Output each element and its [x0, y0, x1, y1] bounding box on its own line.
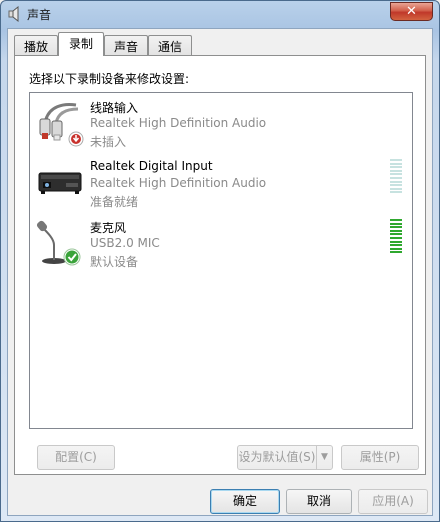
cancel-button[interactable]: 取消: [286, 489, 352, 514]
meter-segment: [390, 162, 402, 165]
device-list[interactable]: 线路输入 Realtek High Definition Audio 未插入 R…: [29, 92, 413, 429]
dialog-client-area: 播放 录制 声音 通信 选择以下录制设备来修改设置: 线路输入 Realtek …: [7, 28, 433, 516]
meter-segment: [390, 251, 402, 254]
apply-button[interactable]: 应用(A): [358, 489, 428, 514]
chevron-down-icon[interactable]: ▼: [316, 446, 332, 469]
meter-segment: [390, 180, 402, 183]
meter-segment: [390, 187, 402, 190]
ok-button[interactable]: 确定: [210, 489, 280, 514]
meter-segment: [390, 236, 402, 239]
line-in-icon: [39, 103, 84, 147]
meter-segment: [390, 191, 402, 194]
device-name: 线路输入: [90, 101, 139, 115]
meter-segment: [390, 219, 402, 221]
device-name: Realtek Digital Input: [90, 159, 213, 173]
meter-segment: [390, 176, 402, 179]
microphone-icon: [36, 220, 81, 266]
device-status: 未插入: [90, 135, 127, 149]
instruction-text: 选择以下录制设备来修改设置:: [29, 72, 190, 86]
list-item-digital-input[interactable]: Realtek Digital Input Realtek High Defin…: [32, 155, 410, 213]
properties-button[interactable]: 属性(P): [341, 445, 419, 470]
meter-segment: [390, 173, 402, 176]
device-driver: Realtek High Definition Audio: [90, 176, 267, 190]
meter-segment: [390, 226, 402, 229]
default-check-icon: [65, 250, 79, 264]
set-default-label: 设为默认值(S): [238, 450, 316, 464]
device-status: 准备就绪: [90, 195, 139, 209]
meter-segment: [390, 244, 402, 247]
meter-segment: [390, 184, 402, 187]
speaker-icon: [8, 6, 19, 22]
level-meter: [390, 159, 402, 199]
device-status: 默认设备: [90, 255, 139, 269]
tab-playback[interactable]: 播放: [14, 35, 58, 55]
close-button[interactable]: ✕: [390, 2, 433, 21]
device-name: 麦克风: [90, 221, 127, 235]
digital-input-icon: [38, 172, 82, 194]
meter-segment: [390, 229, 402, 232]
tab-recording[interactable]: 录制: [58, 32, 104, 56]
configure-button[interactable]: 配置(C): [37, 445, 115, 470]
title-bar[interactable]: 声音 ✕: [1, 1, 439, 28]
window-title: 声音: [27, 8, 52, 22]
meter-segment: [390, 240, 402, 243]
device-driver: USB2.0 MIC: [90, 236, 160, 250]
sound-dialog: 声音 ✕ 播放 录制 声音 通信 选择以下录制设备来修改设置: 线路输入 Rea…: [0, 0, 440, 522]
meter-segment: [390, 222, 402, 225]
list-item-line-in[interactable]: 线路输入 Realtek High Definition Audio 未插入: [32, 95, 410, 153]
device-driver: Realtek High Definition Audio: [90, 116, 267, 130]
meter-segment: [390, 169, 402, 172]
level-meter: [390, 219, 402, 259]
set-default-button[interactable]: 设为默认值(S) ▼: [237, 445, 333, 470]
meter-segment: [390, 247, 402, 250]
list-item-microphone[interactable]: 麦克风 USB2.0 MIC 默认设备: [32, 215, 410, 273]
meter-segment: [390, 233, 402, 236]
meter-segment: [390, 166, 402, 169]
meter-segment: [390, 159, 402, 161]
tab-communications[interactable]: 通信: [148, 35, 192, 55]
recording-panel: 选择以下录制设备来修改设置: 线路输入 Realtek High Definit…: [14, 55, 426, 475]
tab-sounds[interactable]: 声音: [104, 35, 148, 55]
